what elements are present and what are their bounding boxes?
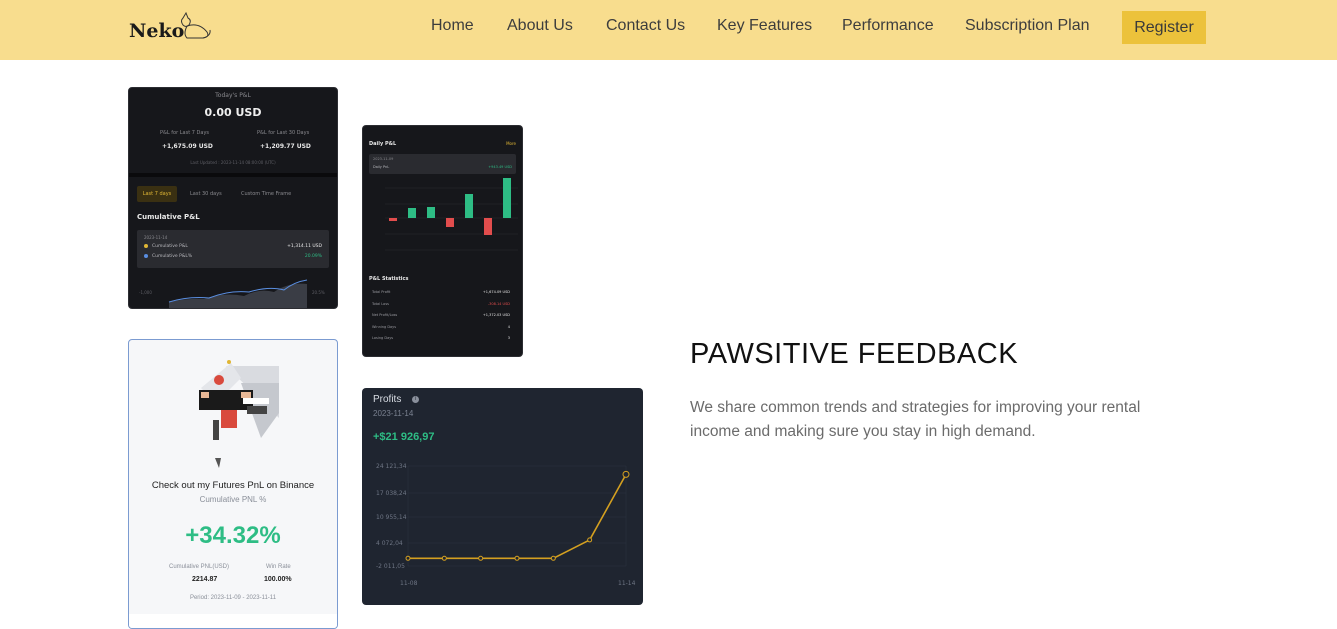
nav-about-link[interactable]: About Us [507, 17, 573, 35]
daily-bar [427, 207, 435, 218]
stats-label: Winning Days [372, 324, 397, 329]
row-label: Cumulative P&L [152, 244, 188, 249]
stat2-value: 100.00% [264, 576, 292, 583]
navbar: Neko Home About Us Contact Us Key Featur… [0, 0, 1337, 60]
binance-headline: Check out my Futures PnL on Binance [151, 480, 315, 491]
cumulative-area-chart: -1,000 20.5% [139, 279, 325, 308]
pnl-updated: Last Updated : 2023-11-14 08:00:00 (UTC) [190, 160, 276, 165]
daily-tooltip: 2023-11-09 Daily PnL +943.49 USD [369, 154, 516, 174]
stat1-label: Cumulative PNL(USD) [169, 564, 230, 570]
nav-subscription-link[interactable]: Subscription Plan [965, 17, 1090, 35]
pnl-30d-label: P&L for Last 30 Days [257, 130, 310, 136]
binance-share-card: Check out my Futures PnL on Binance Cumu… [128, 339, 338, 629]
x-tick-label: 11-14 [618, 580, 636, 587]
daily-bar-chart [385, 178, 518, 251]
pnl-7d-value: +1,675.09 USD [162, 143, 213, 150]
pnl-value: 0.00 USD [204, 106, 262, 119]
tooltip-value: +943.49 USD [488, 165, 512, 169]
data-point [587, 537, 593, 543]
row-value: 20.09% [304, 254, 322, 259]
data-point [405, 555, 411, 561]
stats-value: 4 [507, 324, 510, 329]
pnl-7d-label: P&L for Last 7 Days [160, 130, 210, 136]
y-tick-label: -2 011,05 [376, 563, 405, 570]
stats-row: Losing Days 3 [363, 334, 522, 345]
data-point [441, 555, 447, 561]
daily-bar [446, 218, 454, 227]
runner-illustration-icon [199, 360, 279, 468]
binance-sub: Cumulative PNL % [199, 495, 267, 504]
profit-line [408, 474, 627, 560]
stats-row: Net Profit/Loss +1,372.03 USD [363, 311, 522, 322]
stats-label: Total Loss [372, 301, 389, 306]
register-button[interactable]: Register [1122, 11, 1206, 44]
data-point [550, 555, 556, 561]
cat-logo-icon [181, 12, 211, 39]
daily-bar [503, 178, 511, 218]
tooltip-date: 2023-11-09 [373, 157, 394, 161]
logo[interactable]: Neko [129, 20, 184, 42]
cumulative-tooltip: 2023-11-14 Cumulative P&L +1,314.11 USD … [137, 230, 329, 268]
pnl-title: Today's P&L [215, 92, 251, 99]
stats-label: Losing Days [372, 336, 394, 340]
data-point [514, 555, 520, 561]
row-label: Cumulative P&L% [152, 254, 193, 259]
data-point [622, 470, 630, 478]
section-description: We share common trends and strategies fo… [690, 399, 1141, 440]
stats-title: P&L Statistics [369, 276, 409, 282]
stats-row: Total Loss -308.14 USD [363, 300, 522, 311]
profits-line-chart: 24 121,34 17 038,24 10 955,14 4 072,04 -2 01… [376, 463, 636, 587]
x-tick-label: 11-08 [400, 580, 418, 587]
cumulative-title: Cumulative P&L [137, 213, 200, 221]
stat2-label: Win Rate [266, 564, 291, 570]
daily-pnl-card: Daily P&L More 2023-11-09 Daily PnL +943… [362, 125, 523, 357]
nav-performance-link[interactable]: Performance [842, 17, 934, 35]
y-tick-label: 4 072,04 [376, 540, 403, 547]
more-link[interactable]: More [506, 141, 516, 146]
profits-chart-card: Profits i 2023-11-14 +$21 926,97 24 121,… [362, 388, 643, 605]
pnl-summary-card: Today's P&L 0.00 USD P&L for Last 7 Days… [128, 87, 338, 309]
y-tick-label: 24 121,34 [376, 463, 407, 470]
tooltip-date: 2023-11-14 [144, 235, 168, 240]
card-footer [129, 614, 337, 628]
row-value: +1,314.11 USD [287, 244, 322, 249]
legend-dot-pnl [144, 244, 148, 248]
y-tick-label: 10 955,14 [376, 514, 407, 521]
legend-dot-pct [144, 254, 148, 258]
stats-label: Net Profit/Loss [372, 313, 398, 317]
stats-label: Total Profit [372, 290, 391, 294]
tooltip-label: Daily PnL [373, 165, 390, 169]
pnl-30d-value: +1,209.77 USD [260, 143, 311, 150]
stat1-value: 2214.87 [192, 576, 218, 583]
daily-bar [465, 194, 473, 218]
stats-row: Total Profit +1,674.09 USD [363, 288, 522, 299]
tab-last-30-days[interactable]: Last 30 days [190, 191, 222, 197]
data-point [478, 555, 484, 561]
daily-bar [484, 218, 492, 235]
axis-right-label: 20.5% [312, 290, 325, 295]
nav-contact-link[interactable]: Contact Us [606, 17, 685, 35]
binance-pnl-value: +34.32% [185, 522, 281, 549]
daily-bar [408, 208, 416, 218]
stats-value: -308.14 USD [487, 301, 510, 306]
section-heading: PAWSITIVE FEEDBACK [690, 338, 1019, 370]
nav-features-link[interactable]: Key Features [717, 17, 812, 35]
daily-bar [389, 218, 397, 221]
y-tick-label: 17 038,24 [376, 490, 407, 497]
axis-left-label: -1,000 [139, 290, 152, 295]
daily-title: Daily P&L [369, 141, 397, 147]
stats-value: +1,674.09 USD [482, 290, 510, 294]
tab-custom-timeframe[interactable]: Custom Time Frame [241, 191, 291, 197]
stats-value: +1,372.03 USD [482, 313, 510, 317]
divider [129, 173, 337, 177]
stats-value: 3 [507, 336, 510, 340]
tab-last-7-days[interactable]: Last 7 days [137, 186, 177, 202]
nav-home-link[interactable]: Home [431, 17, 474, 35]
stats-row: Winning Days 4 [363, 323, 522, 334]
period-text: Period: 2023-11-09 - 2023-11-11 [189, 595, 277, 601]
